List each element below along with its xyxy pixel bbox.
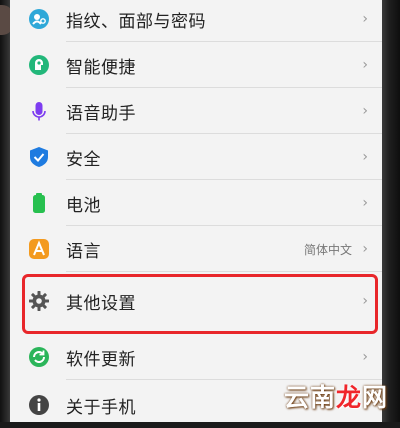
chevron-right-icon: › xyxy=(362,195,368,211)
microphone-icon xyxy=(28,100,50,122)
chevron-right-icon: › xyxy=(362,241,368,257)
shield-check-icon xyxy=(28,146,50,168)
settings-item-fingerprint-face-password[interactable]: 指纹、面部与密码 › xyxy=(10,0,382,42)
smart-assist-icon xyxy=(28,54,50,76)
settings-item-security[interactable]: 安全 › xyxy=(10,134,382,180)
highlight-box xyxy=(22,274,378,334)
settings-item-label: 指纹、面部与密码 xyxy=(66,11,206,32)
settings-item-label: 软件更新 xyxy=(66,349,136,370)
chevron-right-icon: › xyxy=(362,149,368,165)
info-icon xyxy=(28,394,50,416)
settings-item-label: 电池 xyxy=(66,195,101,216)
device-frame-left xyxy=(0,0,10,422)
software-update-icon xyxy=(28,346,50,368)
chevron-right-icon: › xyxy=(362,11,368,27)
watermark-text-3: 网 xyxy=(361,383,388,412)
divider xyxy=(66,271,382,272)
settings-item-software-update[interactable]: 软件更新 › xyxy=(10,334,382,380)
settings-item-voice-assistant[interactable]: 语音助手 › xyxy=(10,88,382,134)
language-value: 简体中文 xyxy=(303,242,352,257)
watermark-text-2: 龙 xyxy=(335,383,362,412)
chevron-right-icon: › xyxy=(362,57,368,73)
settings-item-label: 智能便捷 xyxy=(66,57,136,78)
settings-item-label: 关于手机 xyxy=(66,397,136,418)
settings-item-language[interactable]: 语言 简体中文 › xyxy=(10,226,382,272)
settings-item-battery[interactable]: 电池 › xyxy=(10,180,382,226)
settings-item-label: 安全 xyxy=(66,149,101,170)
settings-item-label: 语音助手 xyxy=(66,103,136,124)
settings-item-smart-assist[interactable]: 智能便捷 › xyxy=(10,42,382,88)
chevron-right-icon: › xyxy=(362,103,368,119)
watermark: 云南龙网 xyxy=(284,378,388,414)
battery-icon xyxy=(28,192,50,214)
fingerprint-face-icon xyxy=(28,8,50,30)
chevron-right-icon: › xyxy=(362,349,368,365)
device-frame-right xyxy=(382,0,400,422)
language-icon xyxy=(28,238,50,260)
settings-item-label: 语言 xyxy=(66,241,101,262)
settings-screen: 指纹、面部与密码 › 智能便捷 › 语音助手 › 安全 › 电池 › 语言 简体… xyxy=(10,0,382,422)
watermark-text-1: 云南 xyxy=(283,383,336,412)
